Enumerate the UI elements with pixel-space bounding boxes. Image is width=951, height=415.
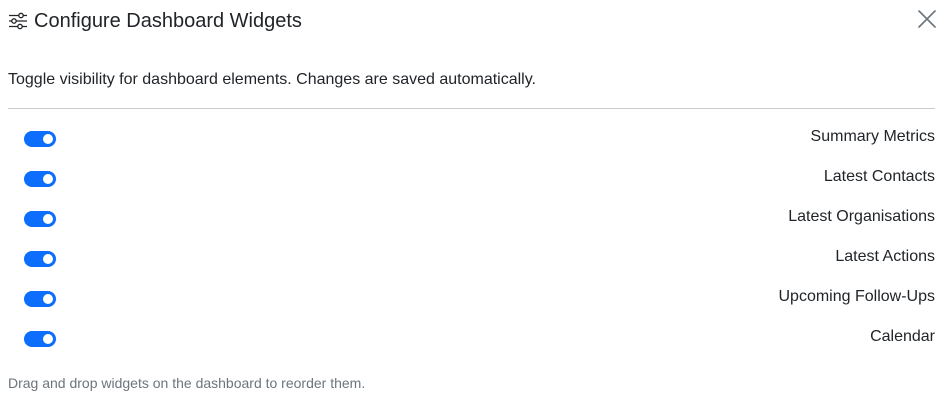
toggle-knob [43, 254, 53, 264]
toggle-knob [43, 174, 53, 184]
toggle-knob [43, 294, 53, 304]
dialog-title: Configure Dashboard Widgets [34, 10, 302, 32]
widget-label: Calendar [870, 328, 935, 345]
toggle-latest-organisations[interactable] [24, 211, 56, 227]
dialog-header: Configure Dashboard Widgets [8, 8, 302, 34]
configure-widgets-dialog: Configure Dashboard Widgets Toggle visib… [0, 0, 951, 415]
widget-label: Latest Contacts [823, 168, 935, 185]
sliders-icon [8, 11, 28, 31]
widget-row-upcoming-follow-ups: Upcoming Follow-Ups [8, 284, 935, 324]
close-button[interactable] [917, 9, 937, 33]
dialog-description: Toggle visibility for dashboard elements… [8, 71, 536, 88]
widget-row-latest-contacts: Latest Contacts [8, 164, 935, 204]
toggle-knob [43, 214, 53, 224]
widget-row-latest-actions: Latest Actions [8, 244, 935, 284]
widget-label: Upcoming Follow-Ups [778, 288, 936, 305]
toggle-upcoming-follow-ups[interactable] [24, 291, 56, 307]
toggle-calendar[interactable] [24, 331, 56, 347]
widget-row-latest-organisations: Latest Organisations [8, 204, 935, 244]
toggle-latest-actions[interactable] [24, 251, 56, 267]
widget-label: Summary Metrics [810, 128, 935, 145]
widget-label: Latest Actions [835, 248, 935, 265]
widget-label: Latest Organisations [788, 208, 935, 225]
widget-row-summary-metrics: Summary Metrics [8, 124, 935, 164]
widget-list: Summary Metrics Latest Contacts Latest O… [8, 124, 935, 364]
toggle-knob [43, 334, 53, 344]
toggle-summary-metrics[interactable] [24, 131, 56, 147]
toggle-knob [43, 134, 53, 144]
close-icon [918, 9, 936, 33]
toggle-latest-contacts[interactable] [24, 171, 56, 187]
divider [8, 108, 935, 109]
widget-row-calendar: Calendar [8, 324, 935, 364]
footer-note: Drag and drop widgets on the dashboard t… [8, 375, 366, 391]
